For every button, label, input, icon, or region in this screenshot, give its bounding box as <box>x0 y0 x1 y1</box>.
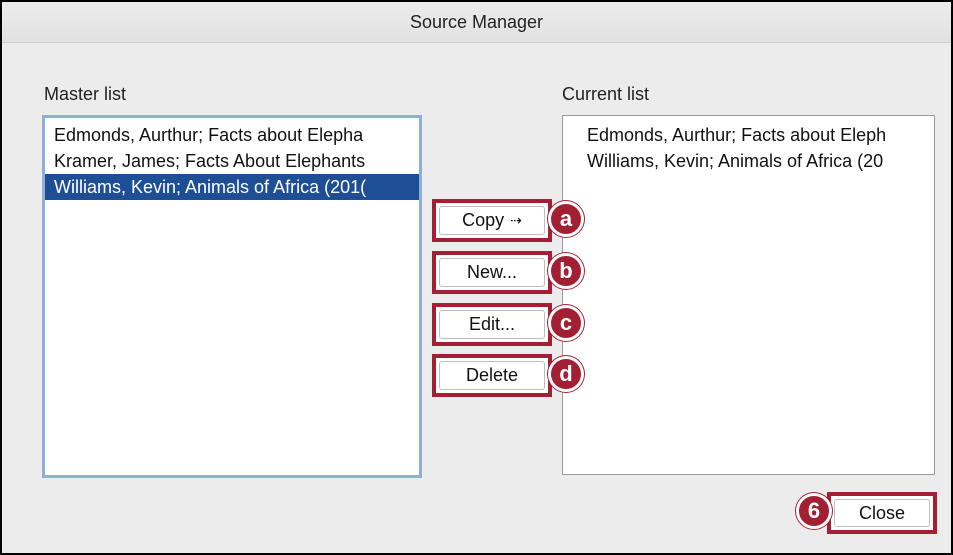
arrow-right-icon: ⇢ <box>510 212 522 228</box>
current-list-label: Current list <box>562 84 650 104</box>
new-button-highlight: New... <box>432 251 552 294</box>
copy-button[interactable]: Copy ⇢ <box>439 206 545 235</box>
master-list[interactable]: Edmonds, Aurthur; Facts about Elepha Kra… <box>42 115 422 478</box>
master-list-item[interactable]: Edmonds, Aurthur; Facts about Elepha <box>45 122 419 148</box>
window-title: Source Manager <box>409 12 544 32</box>
copy-button-label: Copy <box>462 210 505 230</box>
close-button-highlight: Close <box>827 492 937 534</box>
current-list[interactable]: Edmonds, Aurthur; Facts about Eleph Will… <box>562 115 935 475</box>
edit-button-highlight: Edit... <box>432 303 552 346</box>
edit-button[interactable]: Edit... <box>439 310 545 339</box>
master-list-label: Master list <box>44 84 127 104</box>
delete-button-highlight: Delete <box>432 354 552 397</box>
master-list-item[interactable]: Kramer, James; Facts About Elephants <box>45 148 419 174</box>
callout-b: b <box>548 253 584 289</box>
close-button[interactable]: Close <box>834 499 930 527</box>
callout-a: a <box>548 201 584 237</box>
source-manager-dialog: Source Manager Master list Current list … <box>0 0 953 555</box>
delete-button[interactable]: Delete <box>439 361 545 390</box>
callout-6: 6 <box>796 493 832 529</box>
current-list-item[interactable]: Williams, Kevin; Animals of Africa (20 <box>563 148 934 174</box>
copy-button-highlight: Copy ⇢ <box>432 199 552 242</box>
master-list-item-selected[interactable]: Williams, Kevin; Animals of Africa (201( <box>45 174 419 200</box>
title-bar[interactable]: Source Manager <box>2 2 951 43</box>
callout-d: d <box>548 356 584 392</box>
callout-c: c <box>548 305 584 341</box>
new-button[interactable]: New... <box>439 258 545 287</box>
current-list-item[interactable]: Edmonds, Aurthur; Facts about Eleph <box>563 122 934 148</box>
